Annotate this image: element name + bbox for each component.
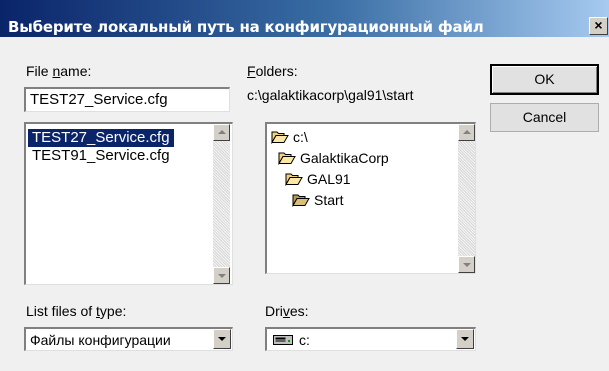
chevron-down-icon	[461, 337, 469, 341]
file-list-scroll-down-button[interactable]	[213, 267, 230, 284]
folder-tree[interactable]: c:\ GalaktikaCorp GAL91 Start	[265, 122, 476, 274]
file-list[interactable]: TEST27_Service.cfg TEST91_Service.cfg	[24, 122, 233, 285]
folder-tree-scrollbar[interactable]	[458, 124, 475, 273]
dialog-title: Выберите локальный путь на конфигурацион…	[8, 18, 484, 36]
close-icon: ×	[594, 17, 603, 33]
open-folder-icon	[292, 194, 310, 207]
close-button[interactable]: ×	[589, 17, 608, 35]
file-type-label: List files of type:	[26, 303, 127, 319]
folder-tree-scroll-up-button[interactable]	[458, 124, 475, 141]
arrow-down-icon	[463, 263, 471, 267]
arrow-down-icon	[218, 274, 226, 278]
arrow-up-icon	[218, 130, 226, 134]
folder-item-label: Start	[314, 192, 344, 208]
ok-button[interactable]: OK	[490, 64, 599, 95]
folder-tree-scroll-down-button[interactable]	[458, 256, 475, 273]
chevron-down-icon	[218, 337, 226, 341]
file-name-value: TEST27_Service.cfg	[30, 91, 168, 108]
current-folder-path: c:\galaktikacorp\gal91\start	[247, 87, 414, 103]
file-list-item-test91[interactable]: TEST91_Service.cfg	[28, 147, 174, 165]
open-folder-icon	[285, 173, 303, 186]
drives-value: c:	[299, 332, 310, 348]
open-file-dialog: Выберите локальный путь на конфигурацион…	[0, 0, 609, 371]
file-name-label: File name:	[26, 63, 92, 79]
open-folder-icon	[278, 152, 296, 165]
open-folder-icon	[271, 131, 289, 144]
folder-item-label: GalaktikaCorp	[300, 150, 389, 166]
drive-icon	[273, 335, 293, 345]
file-list-item-test27[interactable]: TEST27_Service.cfg	[28, 129, 174, 147]
folder-item-label: c:\	[293, 129, 308, 145]
title-bar[interactable]: Выберите локальный путь на конфигурацион…	[0, 0, 609, 37]
drives-select[interactable]: c:	[265, 327, 476, 351]
file-type-dropdown-button[interactable]	[213, 329, 231, 349]
cancel-button[interactable]: Cancel	[490, 103, 599, 132]
file-name-input[interactable]: TEST27_Service.cfg	[24, 87, 230, 112]
drives-dropdown-button[interactable]	[456, 329, 474, 349]
file-list-scroll-up-button[interactable]	[213, 124, 230, 141]
folder-item-label: GAL91	[307, 171, 351, 187]
file-type-value: Файлы конфигурации	[30, 332, 171, 348]
arrow-up-icon	[463, 130, 471, 134]
drives-label: Drives:	[265, 303, 309, 319]
folders-label: Folders:	[247, 63, 298, 79]
file-type-select[interactable]: Файлы конфигурации	[24, 327, 233, 351]
file-list-scrollbar[interactable]	[213, 124, 230, 284]
